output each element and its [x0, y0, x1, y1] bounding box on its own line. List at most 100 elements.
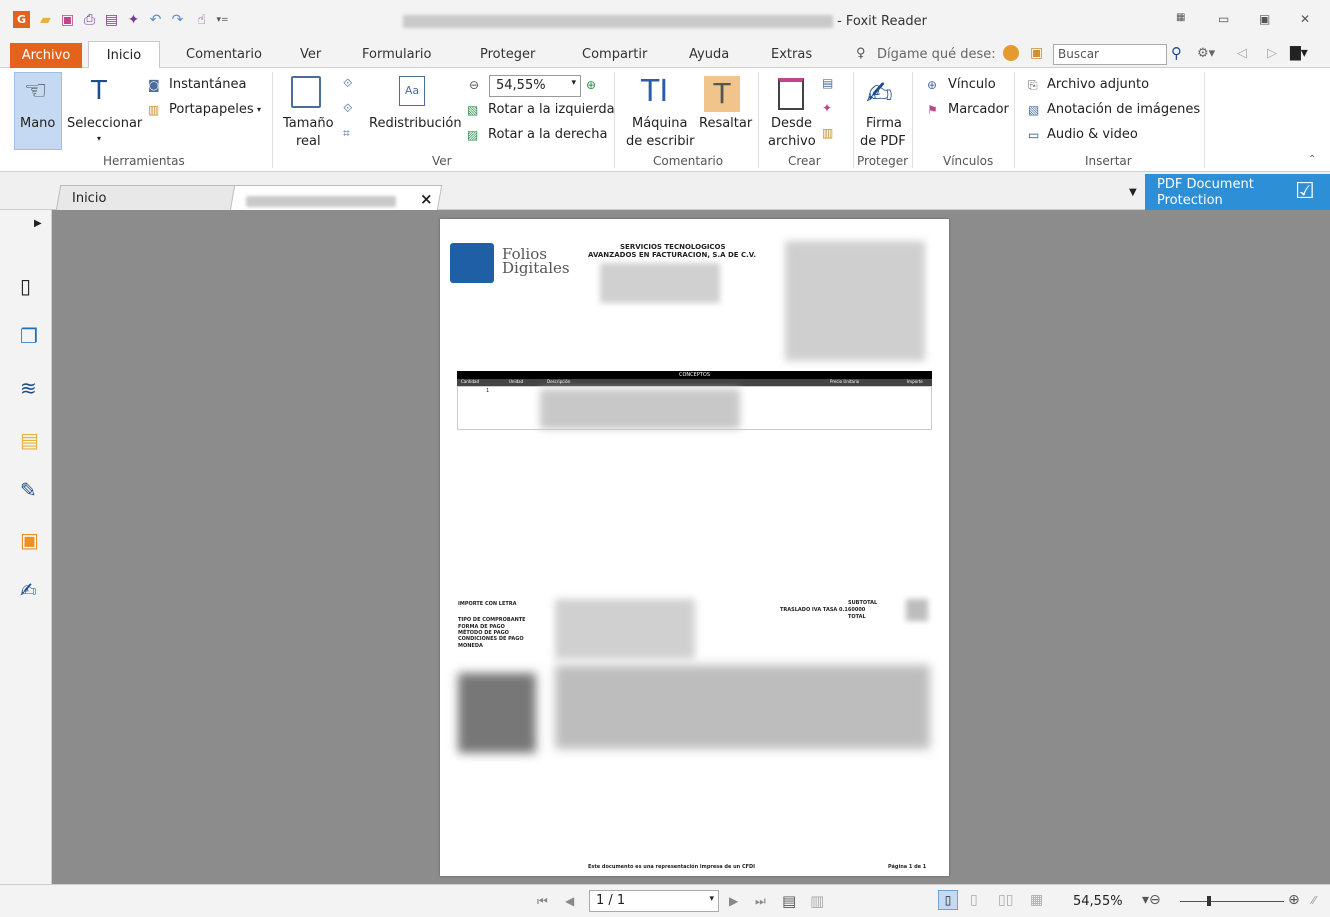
back-icon[interactable]: ◁ — [1237, 46, 1247, 61]
digital-stamp-blurred — [555, 665, 930, 749]
settings-icon[interactable]: ⚙▾ — [1197, 46, 1215, 61]
prev-page-icon[interactable]: ◀ — [565, 894, 574, 908]
rotar-derecha-button[interactable]: Rotar a la derecha — [488, 127, 607, 142]
search-doc-icon[interactable]: ▣ — [1030, 45, 1043, 61]
tabs-dropdown-icon[interactable]: ▼ — [1129, 187, 1137, 198]
payment-info-blurred — [555, 599, 695, 659]
fit-width-icon[interactable]: ⟐ — [343, 101, 357, 115]
qr-code-blurred — [458, 673, 536, 753]
layers-icon[interactable]: ≋ — [20, 376, 44, 400]
next-page-icon[interactable]: ▶ — [729, 894, 738, 908]
select-text-icon[interactable]: T — [91, 76, 107, 106]
ribbon-display-icon[interactable]: ▦ — [1176, 12, 1185, 23]
create-icon-3[interactable]: ▥ — [822, 126, 836, 140]
portapapeles-button[interactable]: Portapapeles — [169, 102, 254, 117]
continuous-facing-icon[interactable]: ▦ — [1030, 892, 1043, 908]
collapse-ribbon-icon[interactable]: ⌃ — [1308, 154, 1316, 165]
camera-icon: ◙ — [148, 78, 160, 92]
signature-panel-icon[interactable]: ✍ — [20, 578, 44, 602]
close-button[interactable]: ✕ — [1300, 12, 1310, 26]
tab-formulario[interactable]: Formulario — [362, 47, 431, 62]
tab-extras[interactable]: Extras — [771, 47, 812, 62]
expand-panel-icon[interactable]: ▶ — [34, 218, 42, 229]
group-vinculos: Vínculos — [943, 154, 994, 168]
from-file-icon — [778, 78, 804, 110]
tamano-real-label-1[interactable]: Tamaño — [283, 116, 334, 131]
pages-icon[interactable]: ❐ — [20, 324, 44, 348]
tab-home-label[interactable]: Inicio — [72, 191, 106, 206]
tab-ayuda[interactable]: Ayuda — [689, 47, 729, 62]
attachments-icon[interactable]: ✎ — [20, 478, 44, 502]
maquina-label-2[interactable]: de escribir — [626, 134, 694, 149]
tamano-real-label-2[interactable]: real — [296, 134, 321, 149]
zoom-select[interactable]: 54,55% ▾ — [489, 75, 581, 97]
last-page-icon[interactable]: ⏭ — [755, 894, 766, 909]
tell-me-input[interactable]: Dígame qué dese: — [877, 47, 996, 62]
resaltar-button[interactable]: Resaltar — [699, 116, 752, 131]
zoom-in-icon[interactable]: ⊕ — [586, 78, 600, 92]
vinculo-button[interactable]: Vínculo — [948, 77, 996, 92]
audio-video-button[interactable]: Audio & video — [1047, 127, 1138, 142]
audio-video-icon: ▭ — [1028, 128, 1040, 142]
hand-icon: ☜ — [24, 76, 48, 106]
create-icon-2[interactable]: ✦ — [822, 101, 836, 115]
continuous-icon[interactable]: ▯ — [970, 892, 978, 908]
seleccionar-button[interactable]: Seleccionar — [67, 116, 142, 131]
search-icon[interactable]: ⚲ — [1171, 44, 1182, 62]
maquina-label-1[interactable]: Máquina — [632, 116, 688, 131]
group-ver: Ver — [432, 154, 452, 168]
rotar-izquierda-button[interactable]: Rotar a la izquierda — [488, 102, 615, 117]
rotate-right-icon: ▨ — [467, 128, 479, 142]
invoice-details-blurred — [785, 241, 925, 361]
insert-page-icon[interactable]: ▥ — [810, 892, 824, 910]
create-icon-1[interactable]: ▤ — [822, 76, 836, 90]
tab-compartir[interactable]: Compartir — [582, 47, 647, 62]
fit-visible-icon[interactable]: ⌗ — [343, 126, 357, 140]
user-icon[interactable]: ▇▾ — [1290, 45, 1308, 61]
minimize-button[interactable]: ▭ — [1218, 12, 1229, 26]
redistribucion-button[interactable]: Redistribución — [369, 116, 462, 131]
anotacion-imagenes-button[interactable]: Anotación de imágenes — [1047, 102, 1200, 117]
marcador-button[interactable]: Marcador — [948, 102, 1009, 117]
firma-label-1[interactable]: Firma — [866, 116, 902, 131]
conceptos-header: CONCEPTOS — [457, 371, 932, 379]
portapapeles-dropdown-icon[interactable]: ▾ — [257, 105, 261, 114]
tab-proteger[interactable]: Proteger — [480, 47, 535, 62]
resize-grip-icon[interactable]: ⁄⁄ — [1312, 894, 1316, 907]
zoom-percent[interactable]: 54,55% — [1073, 894, 1123, 909]
pdf-protection-banner[interactable]: PDF Document Protection ☑ — [1145, 174, 1330, 210]
tab-ver[interactable]: Ver — [300, 47, 321, 62]
feedback-icon[interactable] — [1003, 45, 1019, 61]
instantanea-button[interactable]: Instantánea — [169, 77, 246, 92]
forward-icon[interactable]: ▷ — [1267, 46, 1277, 61]
seleccionar-dropdown-icon[interactable]: ▾ — [97, 134, 101, 143]
zoom-in-status-icon[interactable]: ⊕ — [1288, 892, 1300, 908]
typewriter-icon: TI — [641, 74, 669, 109]
condiciones-label: CONDICIONES DE PAGO — [458, 636, 524, 642]
page-thumbnail-icon[interactable]: ▯ — [20, 274, 44, 298]
first-page-icon[interactable]: ⏮ — [537, 894, 548, 909]
tab-archivo[interactable]: Archivo — [10, 43, 82, 68]
single-page-icon[interactable]: ▯ — [938, 890, 958, 910]
zoom-out-icon[interactable]: ⊖ — [469, 78, 483, 92]
firma-label-2[interactable]: de PDF — [860, 134, 906, 149]
desde-label-2[interactable]: archivo — [768, 134, 816, 149]
fit-page-icon[interactable]: ⟐ — [343, 76, 357, 90]
archivo-adjunto-button[interactable]: Archivo adjunto — [1047, 77, 1149, 92]
zoom-slider-thumb[interactable] — [1207, 896, 1211, 906]
bookmark-icon: ⚑ — [927, 103, 938, 117]
tab-inicio[interactable]: Inicio — [88, 41, 160, 69]
comments-icon[interactable]: ▤ — [20, 428, 44, 452]
close-tab-icon[interactable]: × — [420, 190, 433, 208]
page-input[interactable]: 1 / 1 ▾ — [589, 890, 719, 912]
search-input[interactable]: Buscar — [1053, 44, 1167, 65]
folios-logo-icon — [450, 243, 494, 283]
tab-comentario[interactable]: Comentario — [186, 47, 262, 62]
lock-icon[interactable]: ▣ — [20, 528, 44, 552]
zoom-out-status-icon[interactable]: ▾⊖ — [1142, 892, 1161, 908]
extract-page-icon[interactable]: ▤ — [782, 892, 796, 910]
zoom-slider-track[interactable] — [1180, 901, 1284, 902]
desde-label-1[interactable]: Desde — [771, 116, 812, 131]
maximize-button[interactable]: ▣ — [1259, 12, 1270, 26]
facing-icon[interactable]: ▯▯ — [998, 892, 1013, 908]
